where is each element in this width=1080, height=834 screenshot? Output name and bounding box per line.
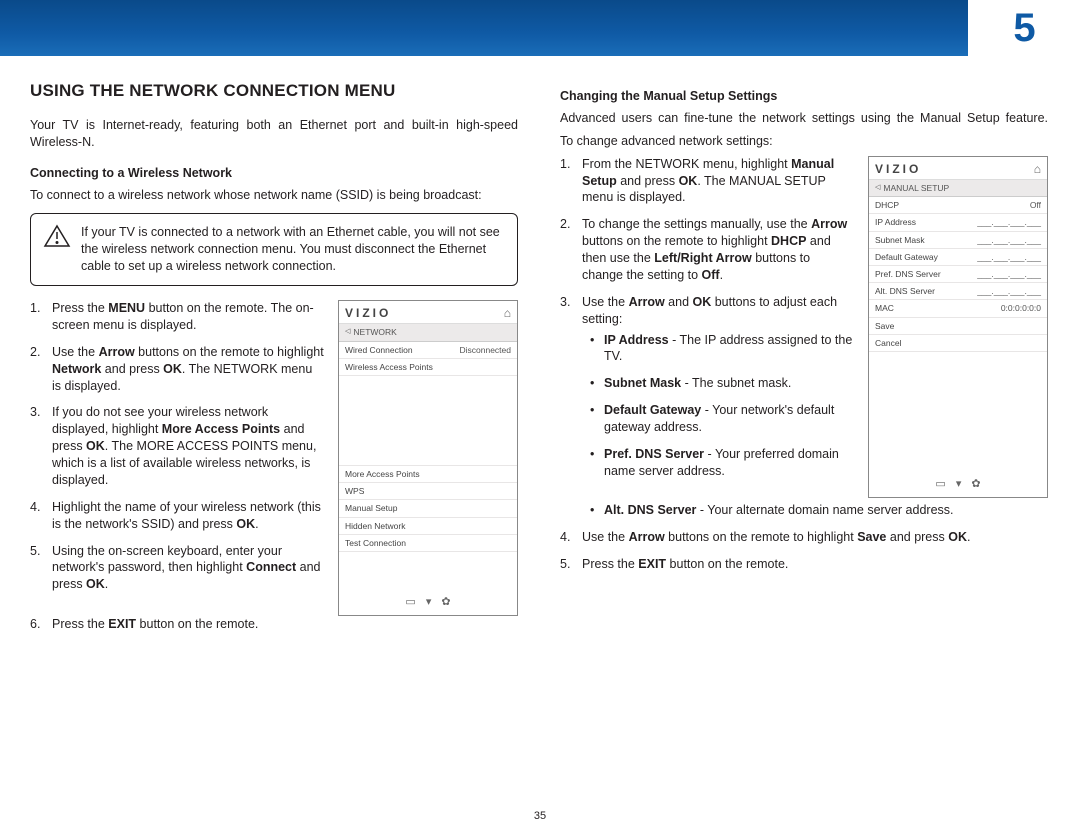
- row-manual: Manual Setup: [339, 500, 517, 517]
- manual-setup-screenshot: VIZIO ⌂ ◁MANUAL SETUP DHCPOff IP Address_…: [868, 156, 1048, 498]
- step-3: If you do not see your wireless network …: [30, 404, 324, 488]
- empty-area: [339, 376, 517, 466]
- warning-box: If your TV is connected to a network wit…: [30, 213, 518, 286]
- breadcrumb: ◁MANUAL SETUP: [869, 180, 1047, 197]
- row-hidden: Hidden Network: [339, 518, 517, 535]
- step-1: Press the MENU button on the remote. The…: [30, 300, 324, 334]
- row-wps: WPS: [339, 483, 517, 500]
- subhead-manual: Changing the Manual Setup Settings: [560, 88, 1048, 105]
- subhead-wireless: Connecting to a Wireless Network: [30, 165, 518, 182]
- row-altdns: Alt. DNS Server___.___.___.___: [869, 283, 1047, 300]
- row-prefdns: Pref. DNS Server___.___.___.___: [869, 266, 1047, 283]
- row-subnet: Subnet Mask___.___.___.___: [869, 232, 1047, 249]
- row-test: Test Connection: [339, 535, 517, 552]
- breadcrumb: ◁NETWORK: [339, 324, 517, 341]
- row-wap: Wireless Access Points: [339, 359, 517, 376]
- bullet-altdns: Alt. DNS Server - Your alternate domain …: [590, 502, 1048, 519]
- home-icon: ⌂: [504, 306, 511, 320]
- step-4: Highlight the name of your wireless netw…: [30, 499, 324, 533]
- footer-icons: ▭ ▾ ✿: [339, 590, 517, 615]
- mstep-5: Press the EXIT button on the remote.: [560, 556, 1048, 573]
- footer-icons: ▭ ▾ ✿: [869, 472, 1047, 497]
- brand-logo: VIZIO: [345, 306, 391, 320]
- network-menu-screenshot: VIZIO ⌂ ◁NETWORK Wired ConnectionDisconne…: [338, 300, 518, 616]
- manual-intro2: To change advanced network settings:: [560, 133, 1048, 150]
- warning-text: If your TV is connected to a network wit…: [81, 224, 505, 275]
- left-column: USING THE NETWORK CONNECTION MENU Your T…: [30, 80, 518, 643]
- mstep-3: Use the Arrow and OK buttons to adjust e…: [560, 294, 854, 480]
- row-gateway: Default Gateway___.___.___.___: [869, 249, 1047, 266]
- mstep-1: From the NETWORK menu, highlight Manual …: [560, 156, 854, 207]
- wireless-intro: To connect to a wireless network whose n…: [30, 187, 518, 204]
- mstep-2: To change the settings manually, use the…: [560, 216, 854, 284]
- row-ip: IP Address___.___.___.___: [869, 214, 1047, 231]
- bullet-prefdns: Pref. DNS Server - Your preferred domain…: [590, 446, 854, 480]
- wireless-steps: Press the MENU button on the remote. The…: [30, 300, 324, 603]
- wide-icon: ▭: [405, 596, 415, 609]
- gear-icon: ✿: [971, 478, 980, 491]
- chapter-number-box: 5: [968, 0, 1080, 56]
- row-save: Save: [869, 318, 1047, 335]
- row-wired: Wired ConnectionDisconnected: [339, 342, 517, 359]
- row-mac: MAC0:0:0:0:0:0: [869, 300, 1047, 317]
- chapter-band: 5: [0, 0, 1080, 56]
- wide-icon: ▭: [935, 478, 945, 491]
- step-6: Press the EXIT button on the remote.: [30, 616, 518, 633]
- page-number: 35: [0, 809, 1080, 824]
- warning-icon: [43, 224, 71, 248]
- bullet-subnet: Subnet Mask - The subnet mask.: [590, 375, 854, 392]
- manual-steps: From the NETWORK menu, highlight Manual …: [560, 156, 854, 480]
- mstep-4: Use the Arrow buttons on the remote to h…: [560, 529, 1048, 546]
- bullet-ip: IP Address - The IP address assigned to …: [590, 332, 854, 366]
- row-more: More Access Points: [339, 466, 517, 483]
- chapter-number: 5: [1013, 1, 1034, 55]
- brand-logo: VIZIO: [875, 162, 921, 176]
- main-heading: USING THE NETWORK CONNECTION MENU: [30, 80, 518, 103]
- gear-icon: ✿: [441, 596, 450, 609]
- chevron-down-icon: ▾: [426, 596, 432, 609]
- step-5: Using the on-screen keyboard, enter your…: [30, 543, 324, 594]
- home-icon: ⌂: [1034, 162, 1041, 176]
- row-dhcp: DHCPOff: [869, 197, 1047, 214]
- right-column: Changing the Manual Setup Settings Advan…: [560, 80, 1048, 643]
- row-cancel: Cancel: [869, 335, 1047, 352]
- bullet-gateway: Default Gateway - Your network's default…: [590, 402, 854, 436]
- manual-intro: Advanced users can fine-tune the network…: [560, 110, 1048, 127]
- chevron-down-icon: ▾: [956, 478, 962, 491]
- step-2: Use the Arrow buttons on the remote to h…: [30, 344, 324, 395]
- intro-text: Your TV is Internet-ready, featuring bot…: [30, 117, 518, 151]
